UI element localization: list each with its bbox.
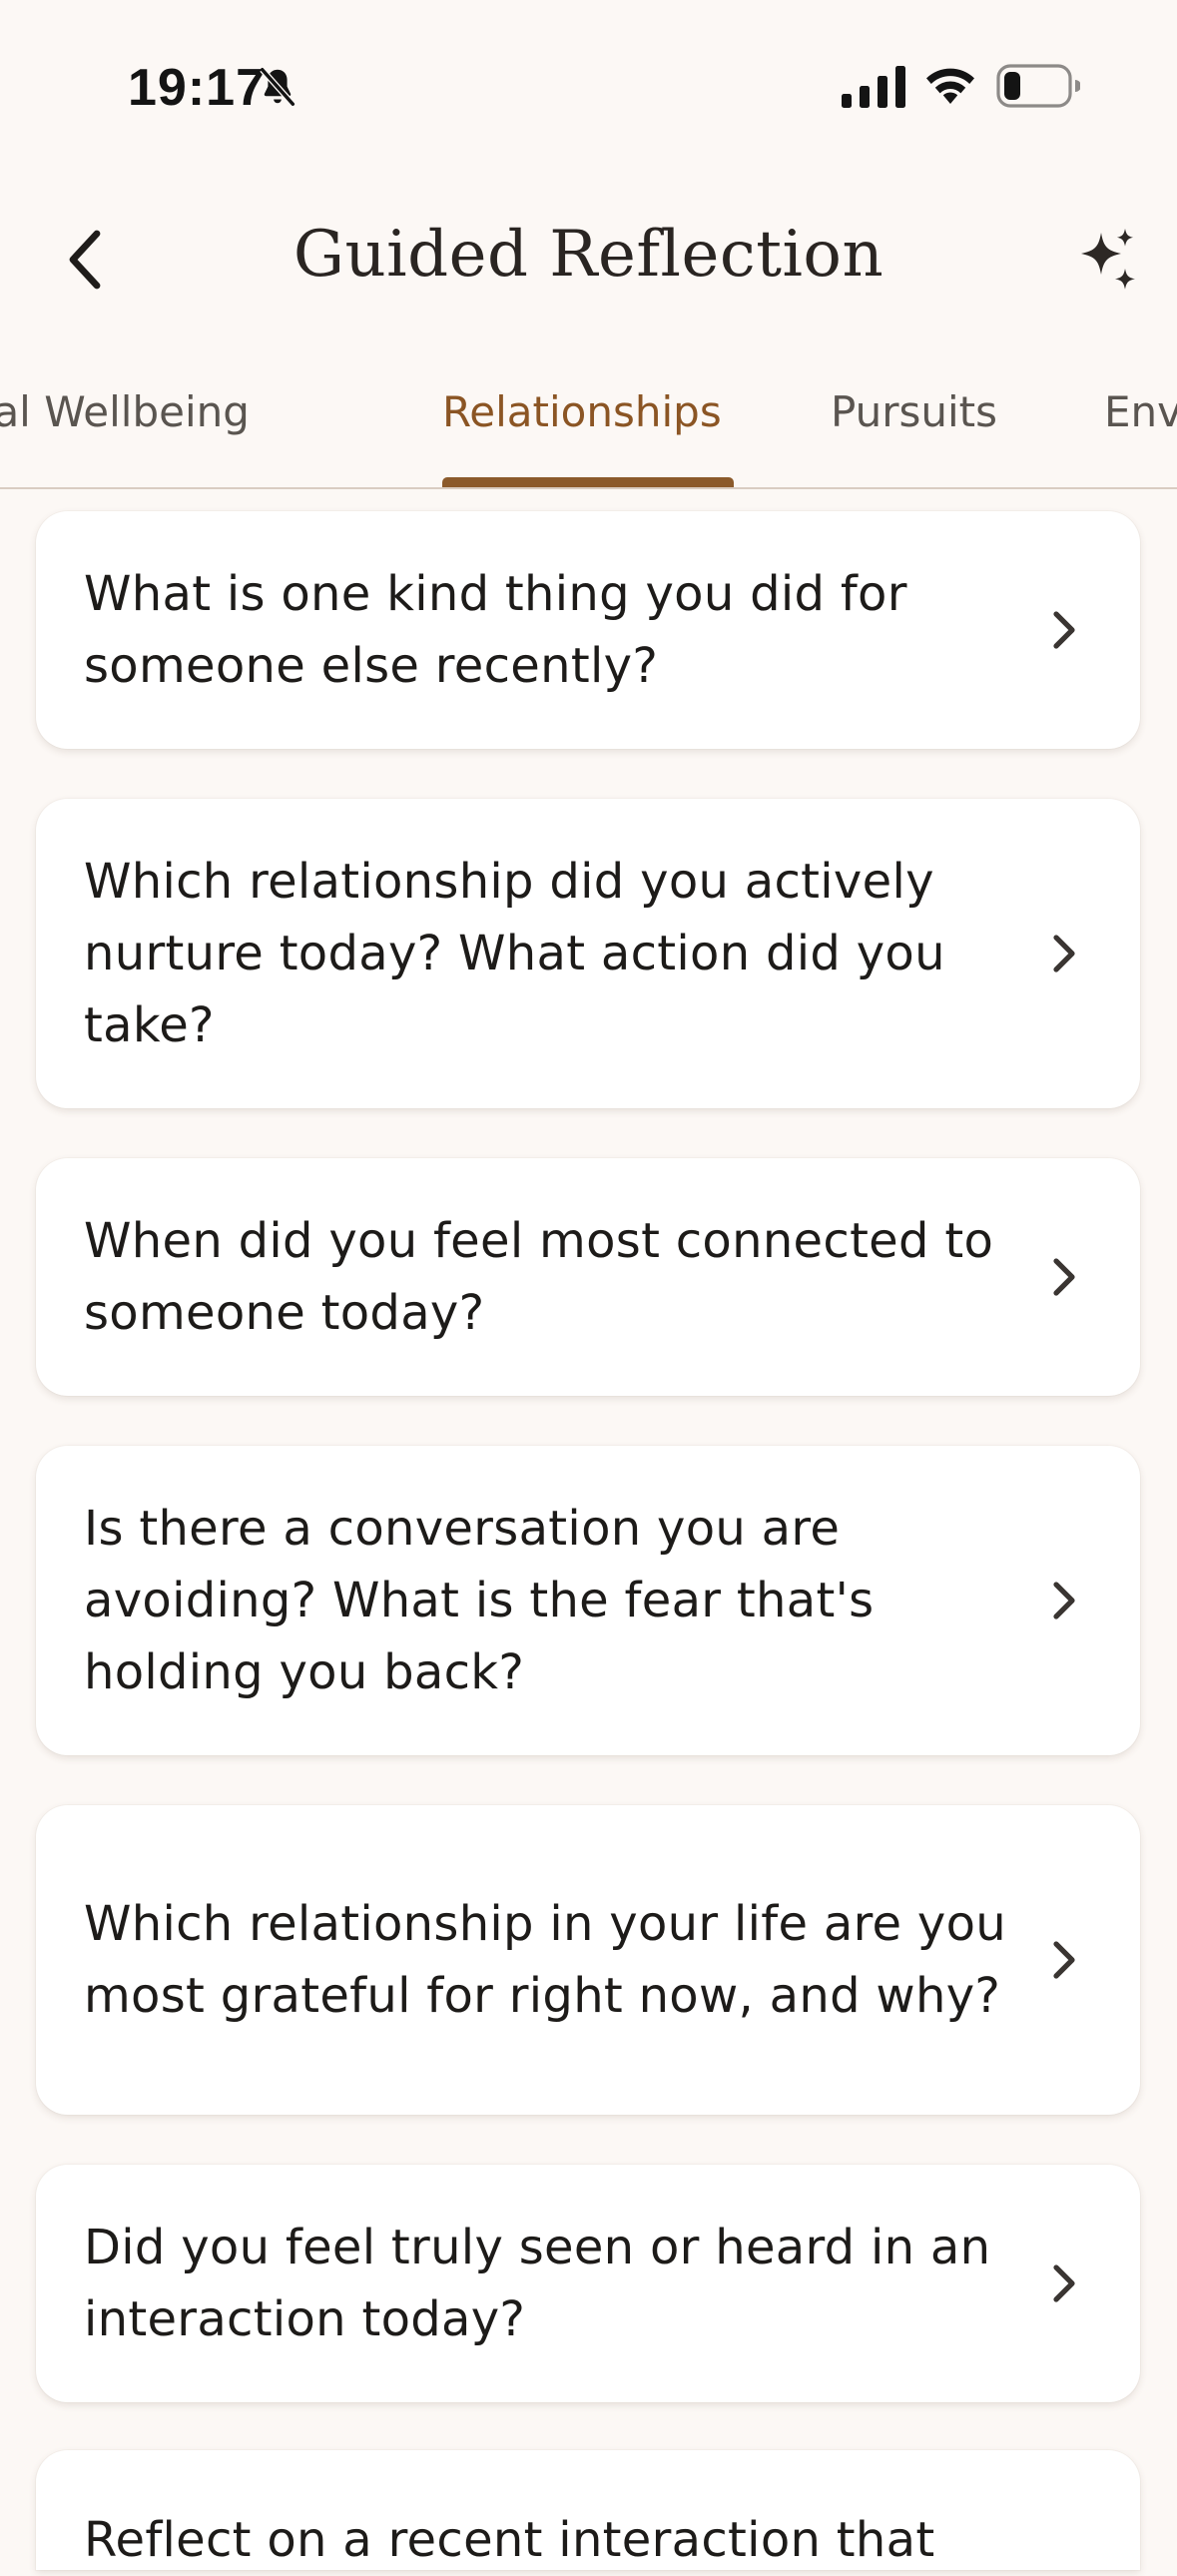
category-tabs: Physical Wellbeing Relationships Pursuit… [0, 369, 1177, 489]
sparkles-icon [1081, 229, 1135, 290]
chevron-right-icon [1053, 935, 1075, 972]
status-time: 19:17 [128, 59, 266, 117]
chevron-right-icon [1053, 1258, 1075, 1296]
prompt-text: Did you feel truly seen or heard in an i… [84, 2220, 991, 2347]
chevron-right-icon [1053, 611, 1075, 649]
prompt-text: Is there a conversation you are avoiding… [84, 1501, 875, 1700]
sparkles-button[interactable] [1068, 220, 1148, 300]
header: Guided Reflection [0, 190, 1177, 329]
bell-slash-icon [260, 67, 295, 107]
prompt-card[interactable]: Which relationship did you actively nurt… [36, 799, 1140, 1108]
prompt-card[interactable]: Reflect on a recent interaction that [36, 2450, 1140, 2570]
wifi-icon [926, 68, 974, 104]
prompt-text: When did you feel most connected to some… [84, 1213, 994, 1341]
status-bar: 19:17 [0, 0, 1177, 170]
prompt-card[interactable]: What is one kind thing you did for someo… [36, 511, 1140, 749]
chevron-right-icon [1053, 1941, 1075, 1979]
tab-environment[interactable]: Environment [1104, 387, 1177, 485]
active-tab-indicator [442, 477, 734, 487]
prompt-card[interactable]: Which relationship in your life are you … [36, 1805, 1140, 2115]
page-title: Guided Reflection [293, 218, 884, 292]
prompt-card[interactable]: When did you feel most connected to some… [36, 1158, 1140, 1396]
prompt-text: Reflect on a recent interaction that [84, 2512, 935, 2568]
prompt-card[interactable]: Is there a conversation you are avoiding… [36, 1446, 1140, 1755]
prompt-text: What is one kind thing you did for someo… [84, 566, 907, 694]
battery-icon [996, 64, 1080, 108]
prompt-text: Which relationship in your life are you … [84, 1896, 1007, 2024]
tab-physical-wellbeing[interactable]: Physical Wellbeing [0, 387, 250, 485]
cellular-signal-icon [842, 66, 905, 108]
prompt-card[interactable]: Did you feel truly seen or heard in an i… [36, 2165, 1140, 2402]
chevron-right-icon [1053, 1582, 1075, 1619]
prompt-text: Which relationship did you actively nurt… [84, 854, 945, 1053]
chevron-right-icon [1053, 2264, 1075, 2302]
tab-pursuits[interactable]: Pursuits [831, 387, 997, 485]
tab-relationships[interactable]: Relationships [442, 387, 722, 485]
